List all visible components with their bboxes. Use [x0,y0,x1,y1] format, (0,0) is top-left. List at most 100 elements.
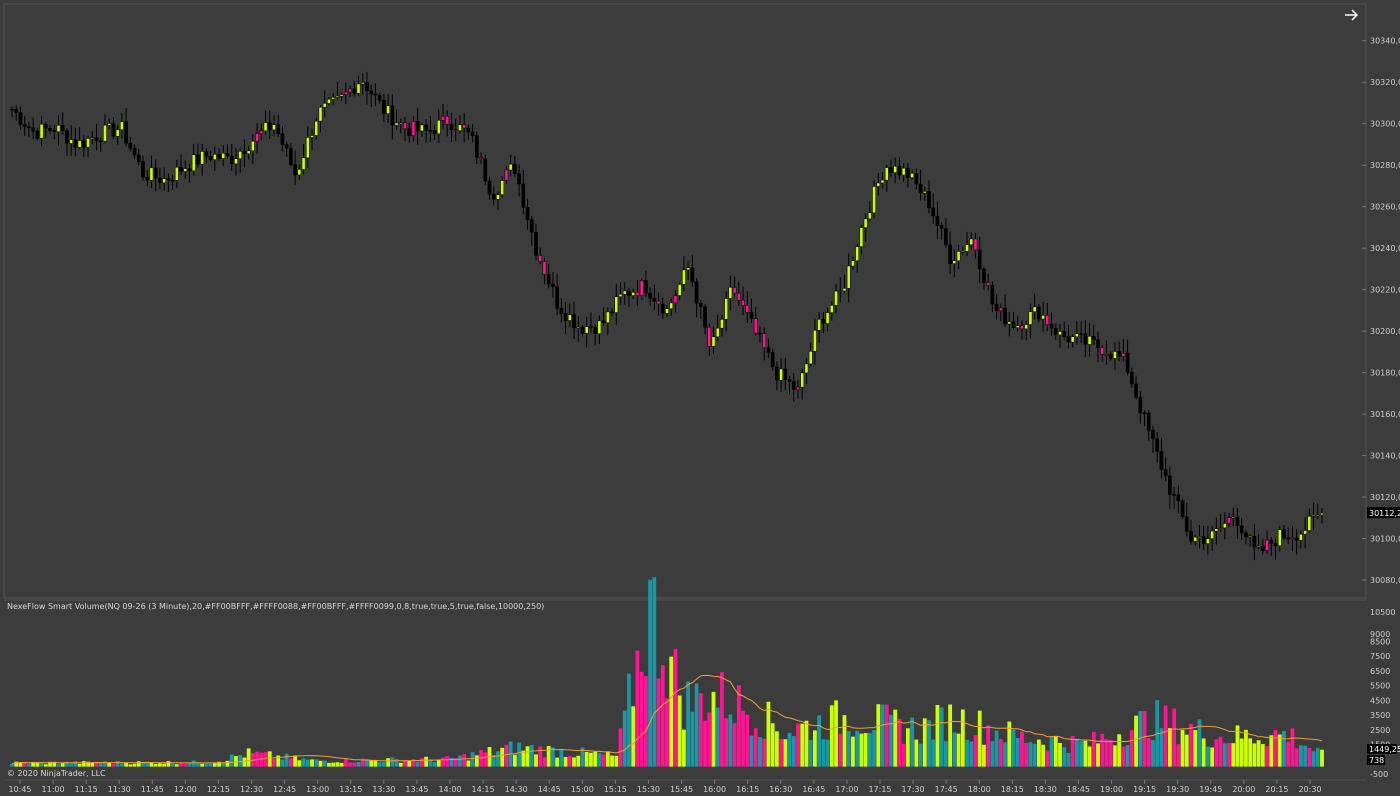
volume-bar [694,683,699,767]
volume-bar [529,744,534,767]
volume-bar [504,744,509,767]
volume-bar [834,700,838,767]
candle-body [534,232,538,256]
volume-bar [356,761,361,767]
trading-chart[interactable]: 30340,00 30320,00 30300,00 30280,00 30260,00… [0,0,1400,796]
candle-body [914,173,919,185]
candle-body [390,105,395,126]
volume-bar [1003,742,1007,767]
volume-bar [10,763,14,767]
candle-body [872,186,876,214]
volume-bar [677,695,682,767]
volume-bar [711,691,716,767]
volume-bar [965,739,969,767]
time-tick-label: 19:15 [1133,785,1156,794]
volume-bar [166,761,171,767]
candle-body [927,191,931,209]
candle-body [791,381,796,390]
candle-body [377,94,382,101]
volume-bar [284,753,289,767]
volume-bar [576,755,581,767]
volume-bar [77,763,82,767]
volume-bar [1290,728,1295,767]
volume-bar [322,760,327,767]
volume-bar [635,650,640,767]
candle-body [825,312,830,324]
volume-bar [525,746,530,767]
volume-bar [115,761,120,767]
candle-body [986,282,990,286]
volume-bar [369,760,374,767]
volume-bar [225,760,230,767]
volume-bar [204,763,209,767]
candle-body [1273,543,1278,546]
candle-body [821,319,826,324]
candle-body [73,139,78,148]
candle-body [242,151,247,154]
volume-bar [1172,708,1176,767]
candle-body [263,122,268,132]
candle-body [1087,336,1092,345]
volume-bar [280,759,285,767]
candle-body [715,327,720,338]
candle-body [1138,397,1143,414]
volume-bar [601,754,606,767]
volume-bar [1032,743,1037,767]
candle-body [191,154,196,172]
volume-bar [81,761,86,767]
candle-body [1294,537,1299,541]
volume-bar [876,704,881,767]
volume-bar [1129,730,1134,767]
volume-bar [27,763,31,767]
volume-bar [466,760,471,767]
candle-body [910,173,914,178]
candle-body [766,347,771,353]
volume-bar [272,758,276,767]
candle-body [859,227,864,247]
volume-bar [191,760,196,767]
candle-body [1041,315,1045,320]
volume-bar [893,709,898,767]
candle-body [1100,347,1105,355]
candle-body [783,368,788,380]
volume-tick-label: 8500 [1370,637,1390,646]
candle-body [327,98,331,104]
candle-body [842,288,847,292]
candle-body [132,148,137,156]
candle-body [166,178,171,181]
volume-bar [1231,743,1236,767]
candle-body [1231,516,1236,519]
candle-body [893,166,898,173]
candle-body [10,108,14,111]
candle-body [593,327,597,334]
candle-body [669,302,674,309]
candle-body [999,307,1003,312]
candle-body [922,191,927,194]
candle-body [115,129,120,137]
volume-bar [200,763,205,767]
candle-body [107,123,112,126]
candle-body [420,124,424,132]
volume-bar [162,763,167,767]
volume-bar [179,762,183,767]
candle-body [817,319,821,331]
candle-body [796,386,800,390]
candle-body [660,303,665,314]
candle-body [1146,412,1151,431]
volume-bar [339,762,344,767]
candle-body [787,379,792,382]
candle-body [35,130,40,139]
candle-body [855,246,859,262]
volume-bar [791,736,796,767]
volume-bar [783,739,788,767]
candle-body [597,320,602,334]
volume-bar [327,762,331,767]
candle-body [1320,512,1324,516]
volume-bar [1100,733,1105,767]
volume-bar [1104,739,1109,767]
volume-bar [787,732,792,767]
candle-body [1256,546,1261,548]
candle-body [1062,331,1067,337]
volume-bar [394,758,399,767]
candle-body [1311,515,1316,517]
